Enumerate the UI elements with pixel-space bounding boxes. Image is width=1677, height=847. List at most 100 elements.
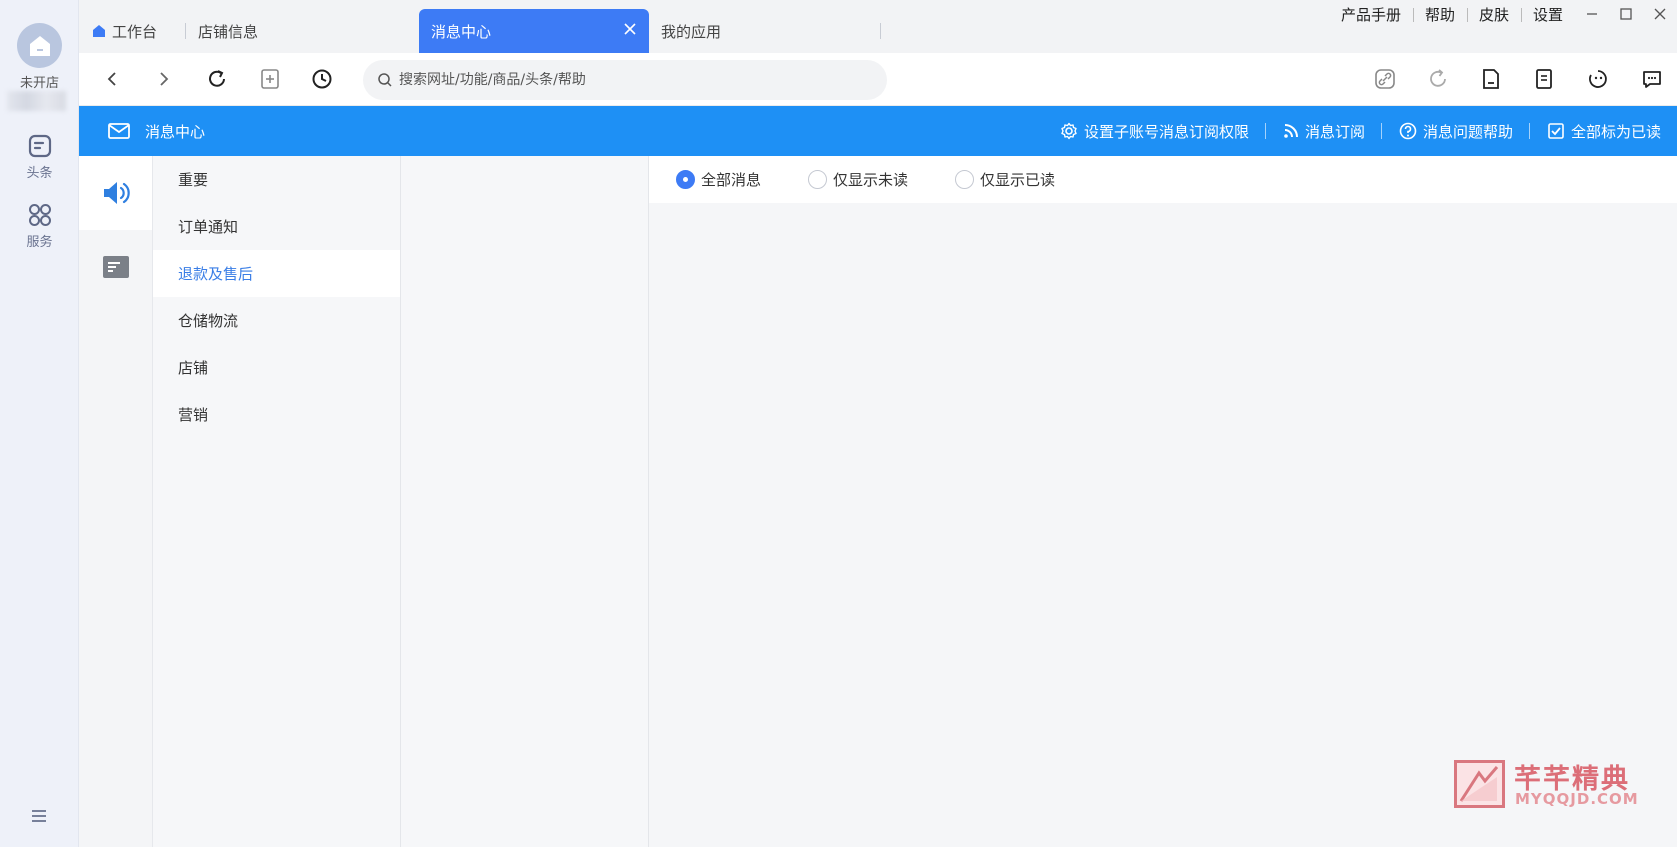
message-type-notes[interactable]	[79, 230, 152, 304]
shop-icon	[29, 35, 50, 56]
site-watermark: 芊芊精典 MYQQJD.COM	[1454, 757, 1644, 811]
filter-label: 仅显示已读	[980, 171, 1056, 189]
gear-icon	[1061, 122, 1077, 140]
category-list: 重要 订单通知 退款及售后 仓储物流 店铺 营销	[153, 156, 401, 847]
message-help-button[interactable]: 消息问题帮助	[1380, 121, 1529, 142]
file-icon	[1483, 69, 1499, 89]
message-list	[401, 156, 649, 847]
filter-read-only[interactable]: 仅显示已读	[955, 169, 1055, 190]
minimize-icon	[1587, 13, 1597, 15]
add-page-icon	[261, 69, 279, 89]
message-type-column	[79, 156, 153, 847]
category-important[interactable]: 重要	[153, 156, 400, 203]
maximize-button[interactable]	[1609, 0, 1643, 28]
tab-workbench[interactable]: 工作台	[79, 9, 186, 53]
sync-button[interactable]	[1425, 66, 1451, 92]
back-button[interactable]	[99, 66, 125, 92]
radio-unchecked-icon	[955, 170, 975, 189]
help-icon	[1399, 122, 1417, 140]
grid-icon	[28, 204, 51, 226]
action-label: 设置子账号消息订阅权限	[1083, 122, 1249, 141]
speaker-icon	[103, 182, 130, 204]
blurred-account-name	[7, 91, 66, 111]
shop-name: 未开店	[19, 76, 59, 91]
link-button[interactable]	[1372, 66, 1398, 92]
note-card-icon	[102, 256, 129, 278]
message-subscribe-button[interactable]: 消息订阅	[1264, 121, 1381, 142]
chat-button[interactable]	[1639, 66, 1665, 92]
rail-item-label: 服务	[26, 235, 53, 250]
tab-my-apps[interactable]: 我的应用	[649, 9, 881, 53]
rail-item-toutiao[interactable]: 头条	[0, 132, 79, 181]
mail-icon	[108, 123, 130, 139]
new-page-button[interactable]	[257, 66, 283, 92]
category-refund-aftersale[interactable]: 退款及售后	[153, 250, 400, 297]
category-warehouse-logistics[interactable]: 仓储物流	[153, 297, 400, 344]
rail-item-label: 头条	[26, 166, 53, 181]
window-close-button[interactable]	[1643, 0, 1677, 28]
assistant-face-icon	[1589, 70, 1607, 88]
tab-message-center[interactable]: 消息中心	[419, 9, 649, 53]
tab-label: 消息中心	[431, 22, 492, 41]
link-product-manual[interactable]: 产品手册	[1329, 4, 1413, 25]
hamburger-menu-icon[interactable]	[30, 808, 48, 824]
maximize-icon	[1620, 8, 1632, 20]
minimize-button[interactable]	[1575, 0, 1609, 28]
radio-checked-icon	[676, 170, 695, 189]
filter-all-messages[interactable]: 全部消息	[676, 169, 761, 190]
search-icon	[378, 73, 392, 87]
link-icon	[1375, 69, 1395, 89]
tab-shop-info[interactable]: 店铺信息	[186, 9, 414, 53]
left-rail: 未开店 头条 服务	[0, 0, 79, 847]
tab-bar: 工作台 店铺信息 消息中心 我的应用 产品手册 帮助 皮肤 设置	[79, 0, 1677, 53]
subaccount-permission-button[interactable]: 设置子账号消息订阅权限	[1042, 121, 1265, 142]
category-shop[interactable]: 店铺	[153, 344, 400, 391]
category-marketing[interactable]: 营销	[153, 391, 400, 438]
forward-button[interactable]	[151, 66, 177, 92]
notes-button[interactable]	[1531, 66, 1557, 92]
action-label: 消息问题帮助	[1422, 122, 1513, 141]
history-button[interactable]	[309, 66, 335, 92]
search-bar[interactable]	[363, 60, 887, 100]
page-title-text: 消息中心	[145, 122, 206, 141]
read-filter-bar: 全部消息 仅显示未读 仅显示已读	[649, 156, 1677, 203]
refresh-button[interactable]	[204, 66, 230, 92]
action-label: 全部标为已读	[1570, 122, 1661, 141]
refresh-icon	[209, 70, 225, 87]
close-icon	[1654, 8, 1666, 20]
page-title: 消息中心	[107, 121, 205, 142]
sync-icon	[1430, 69, 1446, 87]
shop-avatar[interactable]	[17, 23, 62, 68]
message-type-announcements[interactable]	[79, 156, 152, 230]
notes-icon	[1536, 69, 1552, 89]
mark-all-read-button[interactable]: 全部标为已读	[1528, 121, 1677, 142]
tab-label: 工作台	[112, 22, 158, 41]
checkbox-icon	[1548, 123, 1564, 139]
filter-unread-only[interactable]: 仅显示未读	[808, 169, 908, 190]
watermark-en: MYQQJD.COM	[1515, 790, 1639, 808]
top-right-links: 产品手册 帮助 皮肤 设置	[1329, 0, 1677, 28]
chat-icon	[1643, 71, 1661, 88]
close-icon[interactable]	[623, 22, 637, 36]
filter-label: 全部消息	[701, 171, 762, 189]
link-settings[interactable]: 设置	[1520, 4, 1575, 25]
tab-separator	[880, 23, 881, 39]
category-order-notice[interactable]: 订单通知	[153, 203, 400, 250]
message-center-header: 消息中心 设置子账号消息订阅权限 消息订阅 消息问题帮助 全部标为已读	[79, 106, 1677, 156]
link-skin[interactable]: 皮肤	[1466, 4, 1521, 25]
header-actions: 设置子账号消息订阅权限 消息订阅 消息问题帮助 全部标为已读	[1042, 106, 1677, 156]
link-help[interactable]: 帮助	[1412, 4, 1467, 25]
doc-icon	[28, 134, 51, 158]
message-detail-area: 全部消息 仅显示未读 仅显示已读	[649, 156, 1677, 847]
clock-icon	[312, 69, 332, 89]
file-button[interactable]	[1478, 66, 1504, 92]
assistant-button[interactable]	[1585, 66, 1611, 92]
watermark-logo-icon	[1454, 760, 1505, 808]
filter-label: 仅显示未读	[833, 171, 909, 189]
home-icon	[93, 25, 105, 37]
rail-item-services[interactable]: 服务	[0, 201, 79, 250]
search-input[interactable]	[399, 72, 869, 88]
tab-label: 店铺信息	[198, 22, 259, 41]
chevron-left-icon	[107, 72, 116, 86]
action-label: 消息订阅	[1304, 122, 1365, 141]
